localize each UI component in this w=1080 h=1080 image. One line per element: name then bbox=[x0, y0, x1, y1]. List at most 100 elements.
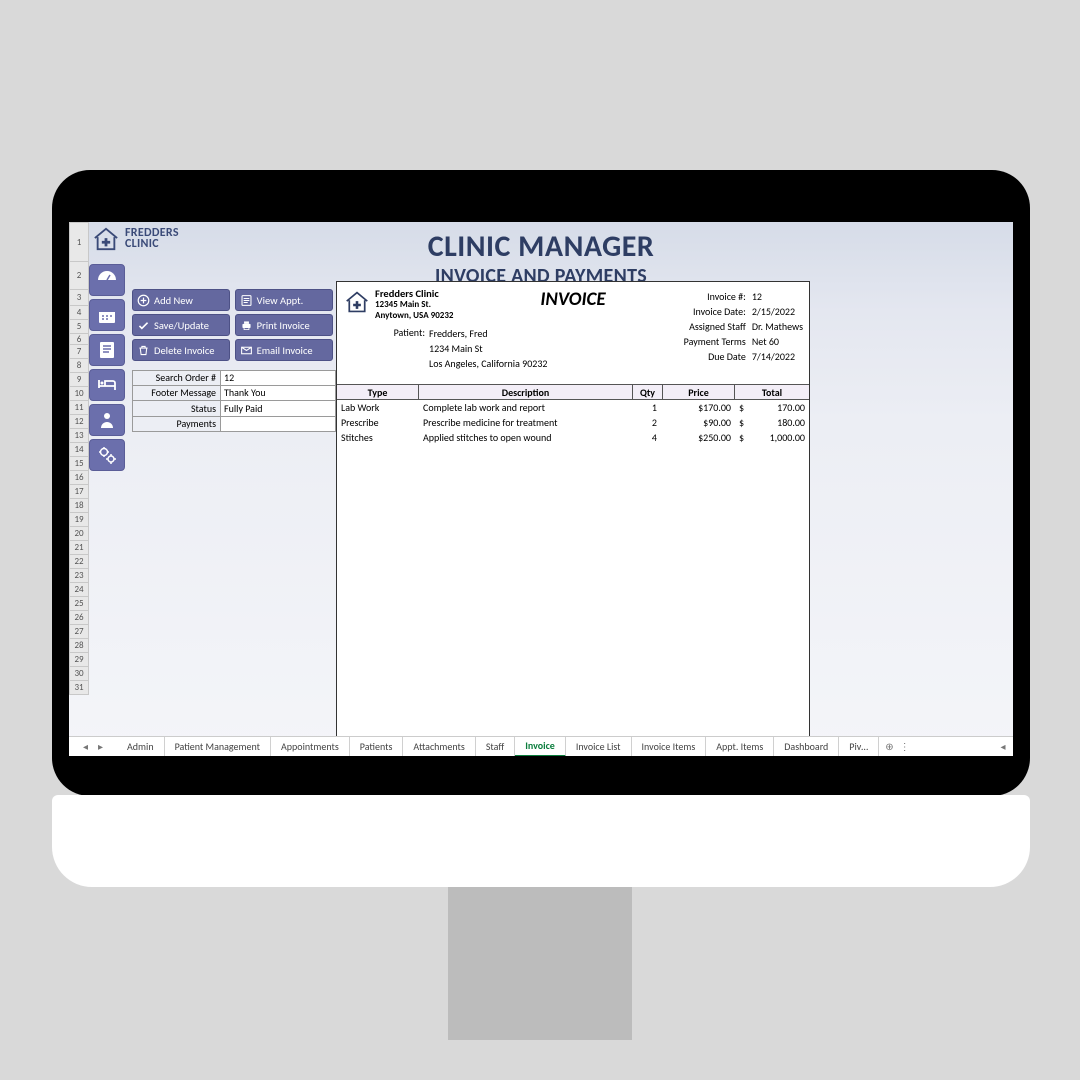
invoice-date-label: Invoice Date: bbox=[672, 305, 752, 320]
save-update-button[interactable]: Save/Update bbox=[132, 314, 230, 336]
sidebar-item-calendar[interactable] bbox=[89, 299, 125, 331]
payment-terms: Net 60 bbox=[752, 335, 779, 350]
invoice-clinic-addr2: Anytown, USA 90232 bbox=[375, 310, 454, 321]
email-invoice-button[interactable]: Email Invoice bbox=[235, 339, 333, 361]
add-new-button[interactable]: Add New bbox=[132, 289, 230, 311]
row-headers: 1234567891011121314151617181920212223242… bbox=[69, 222, 89, 736]
tab-invoice-items[interactable]: Invoice Items bbox=[632, 737, 707, 757]
row-header[interactable]: 8 bbox=[69, 359, 89, 373]
invoice-item-row: PrescribePrescribe medicine for treatmen… bbox=[337, 415, 809, 430]
row-header[interactable]: 22 bbox=[69, 555, 89, 569]
row-header[interactable]: 20 bbox=[69, 527, 89, 541]
tab-prev-icon[interactable]: ◂ bbox=[83, 740, 88, 753]
row-header[interactable]: 25 bbox=[69, 597, 89, 611]
invoice-header: Fredders Clinic 12345 Main St. Anytown, … bbox=[337, 282, 809, 384]
col-total: Total bbox=[735, 385, 809, 399]
row-header[interactable]: 4 bbox=[69, 306, 89, 320]
row-header[interactable]: 13 bbox=[69, 429, 89, 443]
sidebar-item-form[interactable] bbox=[89, 334, 125, 366]
sidebar bbox=[89, 264, 125, 474]
more-sheets-icon[interactable]: ⋮ bbox=[900, 740, 910, 753]
tab-piv-[interactable]: Piv… bbox=[839, 737, 879, 757]
view-appt-button[interactable]: View Appt. bbox=[235, 289, 333, 311]
payment-terms-label: Payment Terms bbox=[672, 335, 752, 350]
row-header[interactable]: 14 bbox=[69, 443, 89, 457]
invoice-panel: Fredders Clinic 12345 Main St. Anytown, … bbox=[336, 281, 810, 737]
sidebar-item-dashboard[interactable] bbox=[89, 264, 125, 296]
invoice-num: 12 bbox=[752, 290, 762, 305]
row-header[interactable]: 11 bbox=[69, 401, 89, 415]
row-header[interactable]: 10 bbox=[69, 387, 89, 401]
monitor-bezel: 1234567891011121314151617181920212223242… bbox=[52, 170, 1030, 796]
tab-invoice[interactable]: Invoice bbox=[515, 737, 566, 757]
search-block: Search Order #12 Footer MessageThank You… bbox=[132, 370, 336, 432]
payments-input[interactable] bbox=[220, 417, 336, 433]
patient-name: Fredders, Fred bbox=[429, 326, 547, 341]
row-header[interactable]: 27 bbox=[69, 625, 89, 639]
row-header[interactable]: 3 bbox=[69, 290, 89, 306]
add-sheet-icon[interactable]: ⊕ bbox=[885, 740, 893, 753]
col-qty: Qty bbox=[633, 385, 663, 399]
trash-icon bbox=[137, 344, 150, 357]
row-header[interactable]: 23 bbox=[69, 569, 89, 583]
status-input[interactable]: Fully Paid bbox=[220, 401, 336, 417]
row-header[interactable]: 16 bbox=[69, 471, 89, 485]
tab-next-icon[interactable]: ▸ bbox=[98, 740, 103, 753]
gears-icon bbox=[96, 444, 118, 466]
row-header[interactable]: 24 bbox=[69, 583, 89, 597]
tab-admin[interactable]: Admin bbox=[117, 737, 165, 757]
row-header[interactable]: 29 bbox=[69, 653, 89, 667]
row-header[interactable]: 26 bbox=[69, 611, 89, 625]
row-header[interactable]: 5 bbox=[69, 320, 89, 334]
add-new-label: Add New bbox=[154, 294, 193, 307]
row-header[interactable]: 17 bbox=[69, 485, 89, 499]
delete-invoice-label: Delete Invoice bbox=[154, 344, 215, 357]
print-invoice-button[interactable]: Print Invoice bbox=[235, 314, 333, 336]
row-header[interactable]: 30 bbox=[69, 667, 89, 681]
search-order-input[interactable]: 12 bbox=[220, 370, 336, 386]
check-icon bbox=[137, 319, 150, 332]
row-header[interactable]: 31 bbox=[69, 681, 89, 695]
delete-invoice-button[interactable]: Delete Invoice bbox=[132, 339, 230, 361]
invoice-items: Lab WorkComplete lab work and report1$17… bbox=[337, 400, 809, 445]
sidebar-item-bed[interactable] bbox=[89, 369, 125, 401]
dashboard-icon bbox=[96, 269, 118, 291]
invoice-meta: Invoice #:12 Invoice Date:2/15/2022 Assi… bbox=[672, 290, 803, 365]
row-header[interactable]: 21 bbox=[69, 541, 89, 555]
form-icon bbox=[240, 294, 253, 307]
tab-invoice-list[interactable]: Invoice List bbox=[566, 737, 632, 757]
row-header[interactable]: 19 bbox=[69, 513, 89, 527]
due-date: 7/14/2022 bbox=[752, 350, 795, 365]
sidebar-item-staff[interactable] bbox=[89, 404, 125, 436]
assigned-staff: Dr. Mathews bbox=[752, 320, 803, 335]
invoice-num-label: Invoice #: bbox=[672, 290, 752, 305]
row-header[interactable]: 12 bbox=[69, 415, 89, 429]
row-header[interactable]: 9 bbox=[69, 373, 89, 387]
tab-patients[interactable]: Patients bbox=[350, 737, 404, 757]
row-header[interactable]: 6 bbox=[69, 334, 89, 345]
tab-appt-items[interactable]: Appt. Items bbox=[706, 737, 774, 757]
payments-label: Payments bbox=[132, 417, 220, 433]
tab-nav[interactable]: ◂▸ bbox=[69, 740, 117, 753]
tab-dashboard[interactable]: Dashboard bbox=[774, 737, 839, 757]
tab-attachments[interactable]: Attachments bbox=[403, 737, 475, 757]
tab-scroll-icon[interactable]: ◂ bbox=[993, 740, 1013, 753]
tab-patient-management[interactable]: Patient Management bbox=[165, 737, 271, 757]
tab-appointments[interactable]: Appointments bbox=[271, 737, 350, 757]
col-type: Type bbox=[337, 385, 419, 399]
tab-staff[interactable]: Staff bbox=[476, 737, 515, 757]
plus-circle-icon bbox=[137, 294, 150, 307]
monitor-stand-neck bbox=[448, 880, 632, 1040]
row-header[interactable]: 18 bbox=[69, 499, 89, 513]
invoice-date: 2/15/2022 bbox=[752, 305, 795, 320]
footer-message-input[interactable]: Thank You bbox=[220, 386, 336, 402]
invoice-item-row: Lab WorkComplete lab work and report1$17… bbox=[337, 400, 809, 415]
row-header[interactable]: 15 bbox=[69, 457, 89, 471]
sheet-tab-bar: ◂▸ AdminPatient ManagementAppointmentsPa… bbox=[69, 736, 1013, 756]
patient-addr1: 1234 Main St bbox=[429, 341, 547, 356]
row-header[interactable]: 28 bbox=[69, 639, 89, 653]
row-header[interactable]: 7 bbox=[69, 345, 89, 359]
sidebar-item-gears[interactable] bbox=[89, 439, 125, 471]
invoice-item-row: StitchesApplied stitches to open wound4$… bbox=[337, 430, 809, 445]
col-price: Price bbox=[663, 385, 735, 399]
